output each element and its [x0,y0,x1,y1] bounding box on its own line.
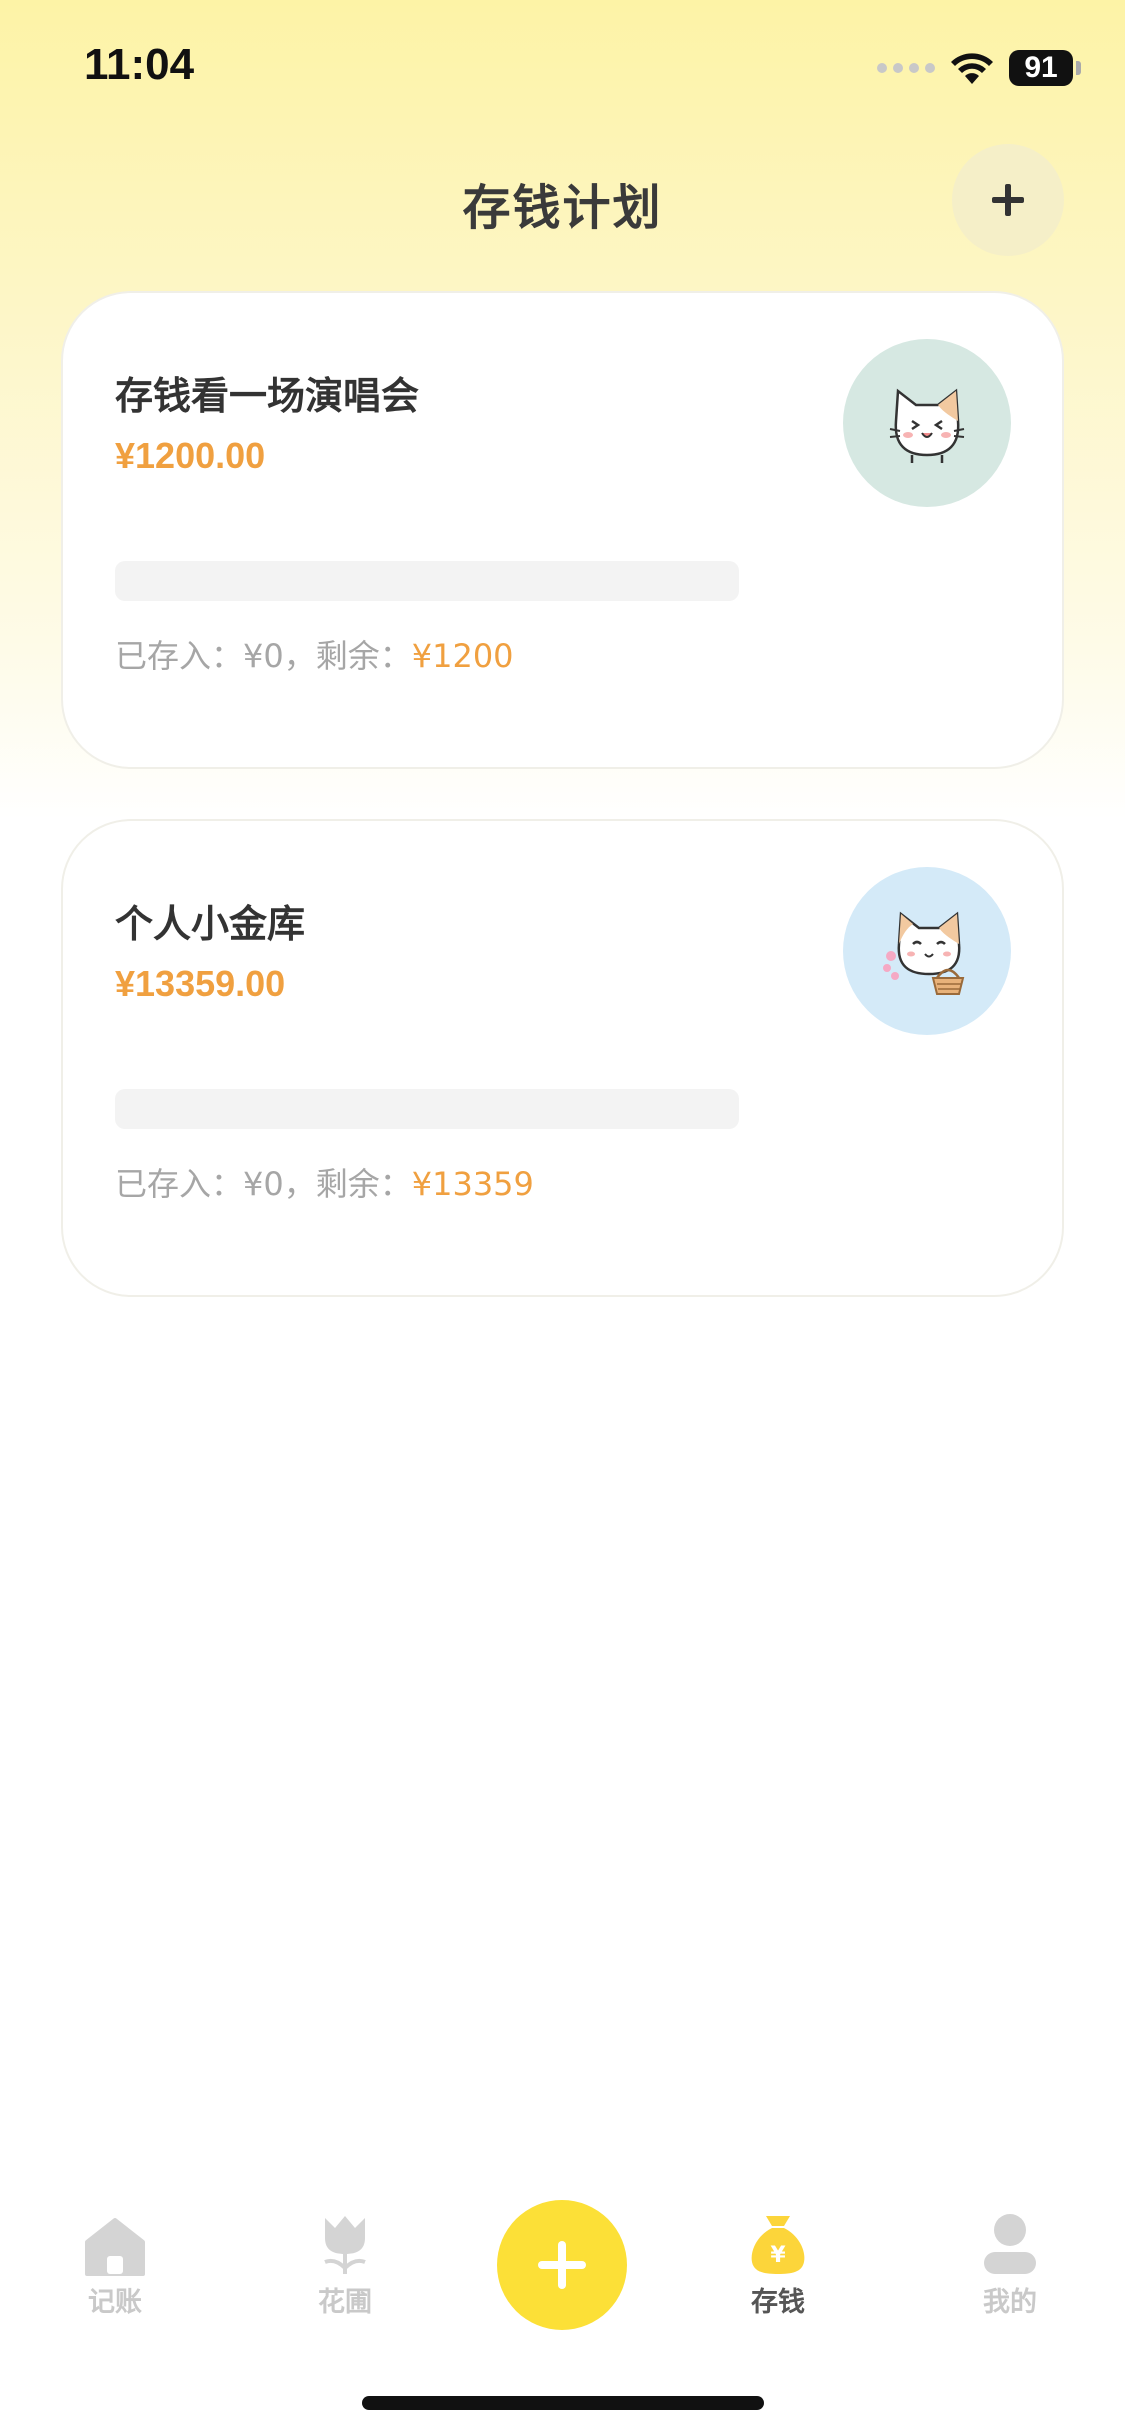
plan-card[interactable]: 存钱看一场演唱会 ¥1200.00 已存入：¥0，剩余：¥1200 [61,291,1064,769]
battery-level: 91 [1009,50,1073,86]
add-plan-button[interactable] [952,144,1064,256]
tab-label: 我的 [983,2287,1037,2318]
person-icon [984,2214,1036,2274]
plus-icon [992,184,1024,216]
saved-text: 已存入：¥0，剩余： [115,637,412,675]
plan-target-amount: ¥13359.00 [115,963,286,1004]
progress-bar [115,561,739,601]
tab-savings[interactable]: ¥ 存钱 [708,2210,848,2319]
remaining-amount: ¥13359 [411,1165,534,1203]
money-bag-icon: ¥ [751,2216,805,2274]
plan-status: 已存入：¥0，剩余：¥1200 [115,631,514,677]
tab-label: 花圃 [318,2287,372,2318]
cat-icon [889,388,965,463]
progress-bar [115,1089,739,1129]
plan-name: 个人小金库 [115,902,306,946]
tab-mine[interactable]: 我的 [940,2210,1080,2319]
battery-icon: 91 [1009,50,1081,86]
wifi-icon [951,53,993,84]
remaining-amount: ¥1200 [411,637,514,675]
plan-status: 已存入：¥0，剩余：¥13359 [115,1159,534,1205]
home-icon [85,2218,145,2276]
tab-garden[interactable]: 花圃 [275,2210,415,2319]
status-time: 11:04 [84,40,195,89]
svg-text:¥: ¥ [770,2243,786,2268]
tab-label: 存钱 [751,2287,805,2318]
cat-avatar [843,339,1011,507]
tulip-icon [324,2216,366,2274]
tab-bar: 记账 花圃 ¥ 存钱 我的 [0,2180,1125,2360]
plan-target-amount: ¥1200.00 [115,435,266,476]
home-indicator [362,2396,764,2410]
signal-icon [877,63,935,73]
tab-bookkeeping[interactable]: 记账 [45,2210,185,2319]
status-indicators: 91 [877,48,1081,88]
plus-icon [538,2241,586,2289]
plan-name: 存钱看一场演唱会 [115,374,420,418]
tab-label: 记账 [88,2287,142,2318]
cat-avatar [843,867,1011,1035]
plan-card[interactable]: 个人小金库 ¥13359.00 已存入：¥0，剩余：¥13359 [61,819,1064,1297]
screen: 11:04 91 存钱计划 存钱看一场演唱会 ¥1200.00 已存入：¥0，剩… [0,0,1125,2436]
add-record-button[interactable] [497,2200,627,2330]
cat-with-basket-icon [883,911,965,995]
saved-text: 已存入：¥0，剩余： [115,1165,412,1203]
